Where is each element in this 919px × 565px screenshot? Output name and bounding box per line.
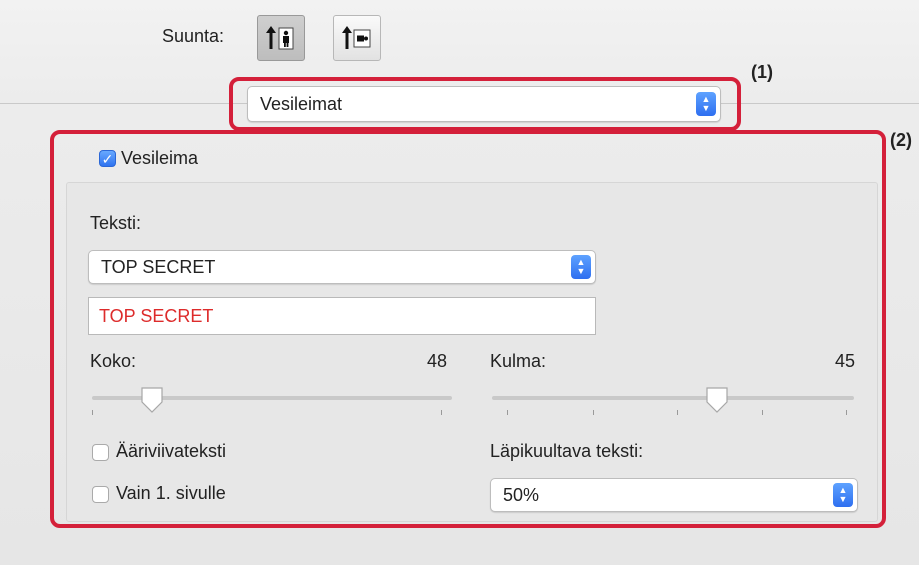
highlight-box-2 [50,130,886,528]
landscape-orientation-button[interactable] [333,15,381,61]
callout-2: (2) [890,130,912,150]
orientation-label: Suunta: [162,26,225,46]
highlight-box-1 [229,77,741,131]
portrait-person-icon [266,26,294,50]
portrait-orientation-button[interactable] [257,15,305,61]
callout-1: (1) [751,62,773,82]
landscape-person-icon [342,26,371,49]
